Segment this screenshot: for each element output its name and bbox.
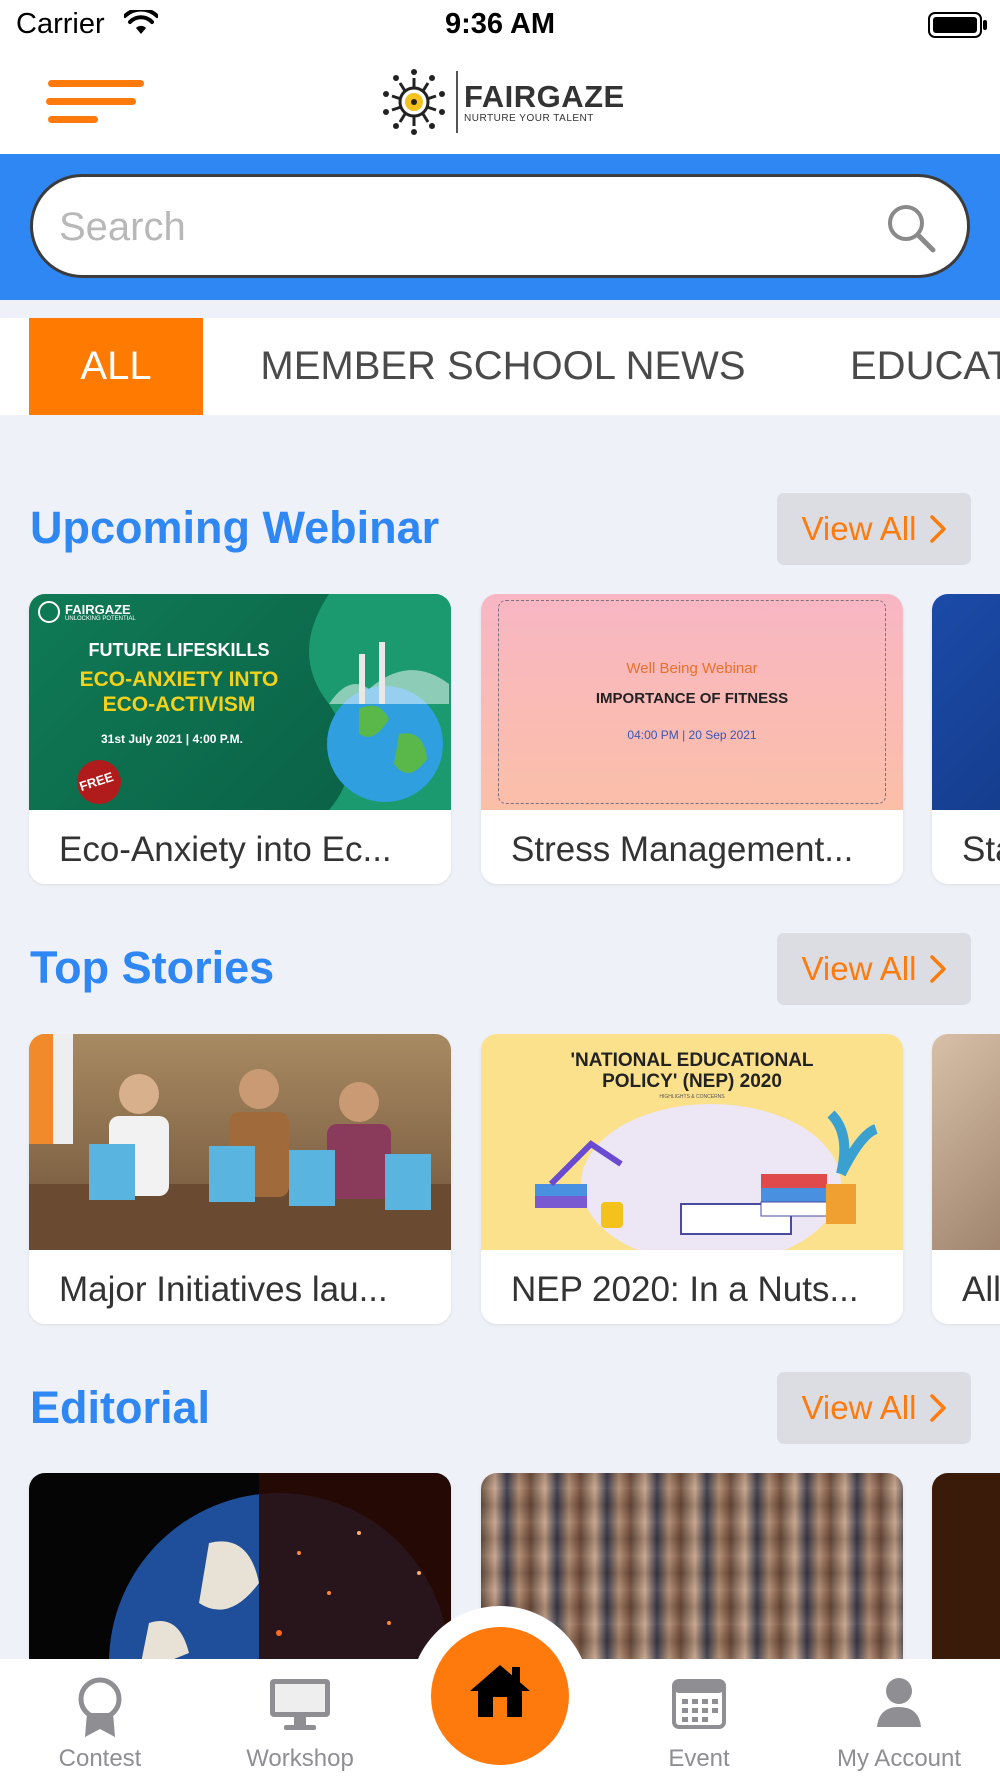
story-card[interactable]: 'NATIONAL EDUCATIONAL POLICY' (NEP) 2020… (481, 1034, 903, 1324)
logo-tagline: NURTURE YOUR TALENT (464, 112, 594, 124)
webinar-thumbnail: Well Being Webinar IMPORTANCE OF FITNESS… (481, 594, 903, 810)
card-caption: All (962, 1270, 1000, 1309)
story-card[interactable]: Major Initiatives lau... (29, 1034, 451, 1324)
thumb-line2: POLICY' (NEP) 2020 (602, 1071, 782, 1092)
section-title-editorial: Editorial (30, 1382, 211, 1433)
card-caption: Major Initiatives lau... (59, 1270, 388, 1309)
editorial-thumbnail (29, 1473, 451, 1659)
thumb-brand-sub: UNLOCKING POTENTIAL (65, 616, 136, 622)
webinar-thumbnail: FAIRGAZE UNLOCKING POTENTIAL FUTURE LIFE… (29, 594, 451, 810)
view-all-label: View All (801, 510, 917, 547)
webinar-thumbnail (932, 594, 1000, 810)
webinar-card[interactable]: Sta (932, 594, 1000, 884)
thumb-brand: FAIRGAZE (65, 602, 131, 617)
thumb-line1: 'NATIONAL EDUCATIONAL (570, 1050, 814, 1071)
tab-education[interactable]: EDUCAT (816, 318, 1000, 415)
tab-label: Contest (58, 1745, 142, 1772)
status-bar: Carrier 9:36 AM (0, 0, 1000, 50)
story-thumbnail (29, 1034, 451, 1250)
thumb-line3: HIGHLIGHTS & CONCERNS (659, 1094, 725, 1100)
section-title-top-stories: Top Stories (30, 942, 275, 993)
tab-event[interactable]: Event (619, 1659, 779, 1778)
battery-icon (928, 12, 987, 38)
thumb-line2: IMPORTANCE OF FITNESS (595, 690, 789, 707)
tab-label: My Account (836, 1745, 962, 1772)
story-thumbnail: 'NATIONAL EDUCATIONAL POLICY' (NEP) 2020… (481, 1034, 903, 1250)
story-thumbnail (932, 1034, 1000, 1250)
tab-my-account[interactable]: My Account (819, 1659, 979, 1778)
award-icon (78, 1677, 122, 1737)
view-all-label: View All (801, 1389, 917, 1426)
home-icon (470, 1665, 530, 1717)
webinar-card-row: FAIRGAZE UNLOCKING POTENTIAL FUTURE LIFE… (0, 594, 1000, 894)
editorial-thumbnail (932, 1473, 1000, 1659)
app-logo: FAIRGAZE NURTURE YOUR TALENT (378, 64, 625, 140)
thumb-line1: FUTURE LIFESKILLS (88, 640, 270, 660)
webinar-card[interactable]: FAIRGAZE UNLOCKING POTENTIAL FUTURE LIFE… (29, 594, 451, 884)
story-card[interactable]: All (932, 1034, 1000, 1324)
calendar-icon (672, 1679, 726, 1729)
thumb-line3: ECO-ACTIVISM (102, 693, 256, 716)
view-all-label: View All (801, 950, 917, 987)
section-title-upcoming-webinar: Upcoming Webinar (30, 502, 440, 553)
webinar-view-all-button[interactable]: View All (777, 493, 971, 565)
monitor-icon (270, 1679, 330, 1730)
card-caption: Sta (962, 830, 1000, 869)
thumb-time: 4:00 P.M. (192, 732, 243, 746)
card-caption: Stress Management... (511, 830, 854, 869)
home-button[interactable] (431, 1627, 569, 1765)
thumb-line2: ECO-ANXIETY INTO (79, 668, 279, 691)
chevron-right-icon (930, 1394, 947, 1422)
thumb-line1: Well Being Webinar (626, 660, 758, 677)
tab-member-school-news[interactable]: MEMBER SCHOOL NEWS (233, 318, 773, 415)
user-icon (877, 1678, 921, 1727)
card-caption: Eco-Anxiety into Ec... (59, 830, 392, 869)
hamburger-menu-icon[interactable] (46, 78, 146, 126)
chevron-right-icon (930, 515, 947, 543)
thumb-date: 31st July 2021 (101, 732, 183, 746)
app-header: FAIRGAZE NURTURE YOUR TALENT (0, 50, 1000, 154)
chevron-right-icon (930, 955, 947, 983)
stories-card-row: Major Initiatives lau... 'NATIONAL EDUCA… (0, 1034, 1000, 1334)
search-icon[interactable] (885, 202, 937, 254)
search-band (0, 154, 1000, 300)
editorial-card[interactable] (29, 1473, 451, 1659)
tab-label: Workshop (246, 1745, 354, 1772)
search-input[interactable] (59, 197, 859, 257)
card-caption: NEP 2020: In a Nuts... (511, 1270, 859, 1309)
tab-workshop[interactable]: Workshop (220, 1659, 380, 1778)
editorial-card[interactable] (932, 1473, 1000, 1659)
webinar-card[interactable]: Well Being Webinar IMPORTANCE OF FITNESS… (481, 594, 903, 884)
editorial-view-all-button[interactable]: View All (777, 1372, 971, 1444)
thumb-line3: 04:00 PM | 20 Sep 2021 (627, 728, 757, 742)
status-time: 9:36 AM (444, 8, 556, 40)
tab-contest[interactable]: Contest (20, 1659, 180, 1778)
stories-view-all-button[interactable]: View All (777, 933, 971, 1005)
category-tabs: ALL MEMBER SCHOOL NEWS EDUCAT (0, 318, 1000, 415)
search-box[interactable] (30, 174, 970, 278)
logo-name: FAIRGAZE (464, 78, 625, 114)
tab-all[interactable]: ALL (29, 318, 203, 415)
tab-label: Event (668, 1745, 730, 1772)
logo-mark-icon (383, 69, 445, 135)
